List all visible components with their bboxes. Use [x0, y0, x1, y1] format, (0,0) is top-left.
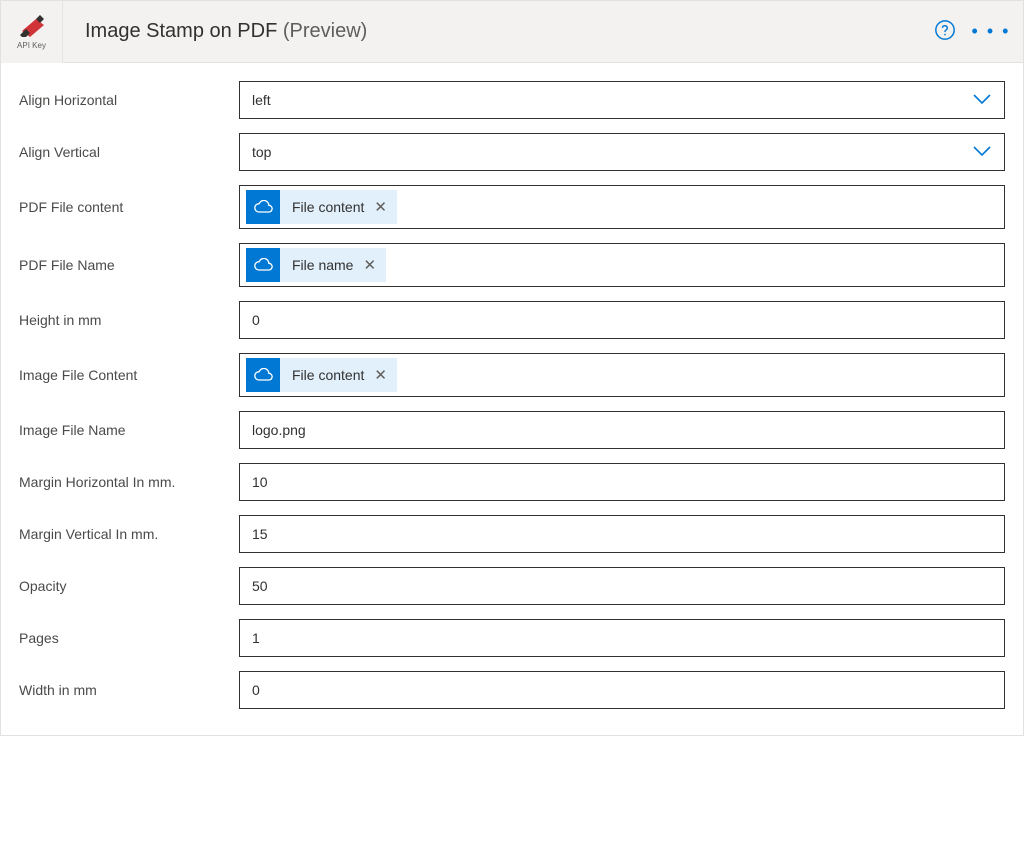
row-pdf-content: PDF File content File content ✕	[19, 185, 1005, 229]
token-pdf-name[interactable]: File name ✕	[246, 248, 386, 282]
token-pdf-content-label: File content	[292, 199, 364, 215]
cloud-icon	[246, 248, 280, 282]
help-button[interactable]	[929, 16, 961, 48]
token-img-content[interactable]: File content ✕	[246, 358, 397, 392]
input-pages[interactable]	[239, 619, 1005, 657]
row-margin-h: Margin Horizontal In mm.	[19, 463, 1005, 501]
row-img-content: Image File Content File content ✕	[19, 353, 1005, 397]
label-align-horizontal: Align Horizontal	[19, 91, 239, 109]
input-margin-h[interactable]	[239, 463, 1005, 501]
select-align-horizontal[interactable]: left	[239, 81, 1005, 119]
input-opacity[interactable]	[239, 567, 1005, 605]
row-width-mm: Width in mm	[19, 671, 1005, 709]
label-margin-h: Margin Horizontal In mm.	[19, 473, 239, 491]
token-remove-button[interactable]: ✕	[374, 366, 387, 384]
token-img-content-label: File content	[292, 367, 364, 383]
row-img-name: Image File Name	[19, 411, 1005, 449]
row-align-vertical: Align Vertical top	[19, 133, 1005, 171]
stamp-icon	[18, 13, 46, 40]
row-align-horizontal: Align Horizontal left	[19, 81, 1005, 119]
title-suffix: (Preview)	[283, 20, 367, 42]
label-margin-v: Margin Vertical In mm.	[19, 525, 239, 543]
token-remove-button[interactable]: ✕	[363, 256, 376, 274]
connector-icon-caption: API Key	[17, 41, 46, 50]
cloud-icon	[246, 190, 280, 224]
help-icon	[934, 19, 956, 44]
label-width-mm: Width in mm	[19, 681, 239, 699]
select-align-vertical[interactable]: top	[239, 133, 1005, 171]
label-img-name: Image File Name	[19, 421, 239, 439]
input-img-name[interactable]	[239, 411, 1005, 449]
card-title: Image Stamp on PDF (Preview)	[85, 20, 367, 43]
row-height-mm: Height in mm	[19, 301, 1005, 339]
label-align-vertical: Align Vertical	[19, 143, 239, 161]
select-align-vertical-value: top	[252, 144, 972, 160]
title-main: Image Stamp on PDF	[85, 20, 277, 42]
token-remove-button[interactable]: ✕	[374, 198, 387, 216]
chevron-down-icon	[972, 144, 992, 161]
row-margin-v: Margin Vertical In mm.	[19, 515, 1005, 553]
token-pdf-name-label: File name	[292, 257, 353, 273]
label-pages: Pages	[19, 629, 239, 647]
card-header: API Key Image Stamp on PDF (Preview) • •…	[1, 1, 1023, 63]
input-width-mm[interactable]	[239, 671, 1005, 709]
row-pdf-name: PDF File Name File name ✕	[19, 243, 1005, 287]
connector-icon-box: API Key	[1, 1, 63, 63]
label-height-mm: Height in mm	[19, 311, 239, 329]
input-pdf-content[interactable]: File content ✕	[239, 185, 1005, 229]
row-opacity: Opacity	[19, 567, 1005, 605]
card-body: Align Horizontal left Align Vertical top	[1, 63, 1023, 735]
row-pages: Pages	[19, 619, 1005, 657]
action-card: API Key Image Stamp on PDF (Preview) • •…	[0, 0, 1024, 736]
label-opacity: Opacity	[19, 577, 239, 595]
chevron-down-icon	[972, 92, 992, 109]
input-margin-v[interactable]	[239, 515, 1005, 553]
label-img-content: Image File Content	[19, 366, 239, 384]
token-pdf-content[interactable]: File content ✕	[246, 190, 397, 224]
select-align-horizontal-value: left	[252, 92, 972, 108]
cloud-icon	[246, 358, 280, 392]
input-img-content[interactable]: File content ✕	[239, 353, 1005, 397]
input-height-mm[interactable]	[239, 301, 1005, 339]
label-pdf-name: PDF File Name	[19, 256, 239, 274]
label-pdf-content: PDF File content	[19, 198, 239, 216]
ellipsis-icon: • • •	[972, 21, 1011, 42]
input-pdf-name[interactable]: File name ✕	[239, 243, 1005, 287]
more-button[interactable]: • • •	[971, 16, 1011, 48]
